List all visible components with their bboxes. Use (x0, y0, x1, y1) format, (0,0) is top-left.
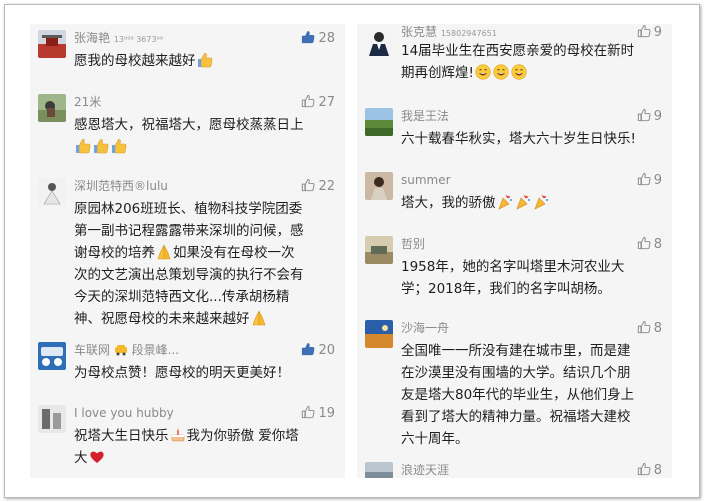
commenter-name[interactable]: summer (401, 172, 451, 188)
like-count: 20 (318, 343, 335, 358)
avatar[interactable] (38, 178, 66, 206)
comment-text: 14届毕业生在西安愿亲爱的母校在新时 期再创辉煌! (401, 43, 635, 81)
thumbs-up-icon (637, 462, 651, 476)
thumbs-up-icon (301, 94, 315, 108)
thumbs-up-emoji-icon (111, 138, 127, 154)
thumbs-up-icon (637, 108, 651, 122)
praying-hands-emoji-icon (156, 244, 172, 260)
like-count: 22 (318, 179, 335, 194)
commenter-phone: 15802947651 (440, 29, 497, 38)
party-popper-emoji-icon (533, 194, 549, 210)
like-button[interactable]: 9 (637, 108, 662, 125)
party-popper-emoji-icon (515, 194, 531, 210)
commenter-name[interactable]: 浪迹天涯 (401, 462, 449, 478)
like-button[interactable]: 28 (301, 30, 335, 47)
like-button[interactable]: 19 (301, 405, 335, 422)
commenter-name[interactable]: 深圳范特西®lulu (74, 178, 168, 194)
comment-text: 为母校点赞！愿母校的明天更美好！ (74, 365, 290, 381)
avatar[interactable] (365, 462, 393, 478)
comment-text: 塔大，我的骄傲 (401, 192, 660, 214)
thumbs-up-icon (637, 172, 651, 186)
red-heart-emoji-icon (89, 449, 105, 465)
like-count: 9 (653, 25, 662, 40)
like-count: 27 (318, 95, 335, 110)
comment-text: 感恩塔大，祝福塔大，愿母校蒸蒸日上 (74, 114, 333, 158)
comment-text: 六十载春华秋实，塔大六十岁生日快乐! (401, 131, 636, 147)
like-count: 9 (653, 173, 662, 188)
thumbs-up-emoji-icon (93, 138, 109, 154)
commenter-name[interactable]: 张海艳 13⁹⁹⁹ 3673⁹⁹ (74, 30, 163, 48)
commenter-name[interactable]: 我是王法 (401, 108, 449, 124)
avatar[interactable] (38, 94, 66, 122)
avatar[interactable] (365, 28, 393, 56)
like-count: 9 (653, 109, 662, 124)
thumbs-up-filled-icon (301, 342, 315, 356)
party-popper-emoji-icon (497, 194, 513, 210)
avatar[interactable] (38, 342, 66, 370)
like-count: 8 (653, 463, 662, 478)
comment-text: 原园林206班班长、植物科技学院团委 第一副书记程露露带来深圳的问候，感 谢母校… (74, 201, 304, 327)
grinning-face-emoji-icon (475, 64, 491, 80)
like-button[interactable]: 9 (637, 172, 662, 189)
thumbs-up-icon (301, 405, 315, 419)
avatar[interactable] (365, 320, 393, 348)
commenter-name[interactable]: I love you hubby (74, 405, 174, 421)
thumbs-up-filled-icon (301, 30, 315, 44)
praying-hands-emoji-icon (251, 310, 267, 326)
birthday-cake-emoji-icon (170, 427, 186, 443)
commenter-phone: 13⁹⁹⁹ 3673⁹⁹ (113, 35, 163, 44)
comment-text: 1958年，她的名字叫塔里木河农业大 学；2018年，我们的名字叫胡杨。 (401, 259, 625, 297)
like-count: 8 (653, 321, 662, 336)
comment-text: 全国唯一一所没有建在城市里，而是建 在沙漠里没有围墙的大学。结识几个朋 友是塔大… (401, 343, 635, 447)
avatar[interactable] (38, 405, 66, 433)
thumbs-up-icon (637, 24, 651, 38)
like-button[interactable]: 22 (301, 178, 335, 195)
avatar[interactable] (365, 108, 393, 136)
commenter-name[interactable]: 车联网 段景峰... (74, 342, 179, 358)
commenter-name[interactable]: 哲别 (401, 236, 425, 252)
avatar[interactable] (38, 30, 66, 58)
grinning-face-emoji-icon (493, 64, 509, 80)
thumbs-up-emoji-icon (197, 52, 213, 68)
comments-panel-left[interactable]: 张海艳 13⁹⁹⁹ 3673⁹⁹ 28 愿我的母校越来越好 21米 27 感恩塔… (30, 24, 345, 478)
thumbs-up-icon (637, 320, 651, 334)
car-emoji-icon (114, 345, 127, 356)
comment-text: 愿我的母校越来越好 (74, 50, 333, 72)
comments-panel-right[interactable]: 张克慧 15802947651 9 14届毕业生在西安愿亲爱的母校在新时 期再创… (357, 24, 672, 478)
avatar[interactable] (365, 236, 393, 264)
grinning-face-emoji-icon (511, 64, 527, 80)
like-button[interactable]: 8 (637, 236, 662, 253)
like-count: 8 (653, 237, 662, 252)
like-count: 19 (318, 406, 335, 421)
comment-text: 祝塔大生日快乐 我为你骄傲 爱你塔 大 (74, 427, 299, 466)
like-button[interactable]: 8 (637, 320, 662, 337)
thumbs-up-icon (637, 236, 651, 250)
like-button[interactable]: 27 (301, 94, 335, 111)
like-button[interactable]: 9 (637, 24, 662, 41)
like-count: 28 (318, 31, 335, 46)
like-button[interactable]: 20 (301, 342, 335, 359)
thumbs-up-emoji-icon (75, 138, 91, 154)
commenter-name[interactable]: 沙海一舟 (401, 320, 449, 336)
avatar[interactable] (365, 172, 393, 200)
thumbs-up-icon (301, 178, 315, 192)
commenter-name[interactable]: 21米 (74, 94, 101, 110)
like-button[interactable]: 8 (637, 462, 662, 478)
